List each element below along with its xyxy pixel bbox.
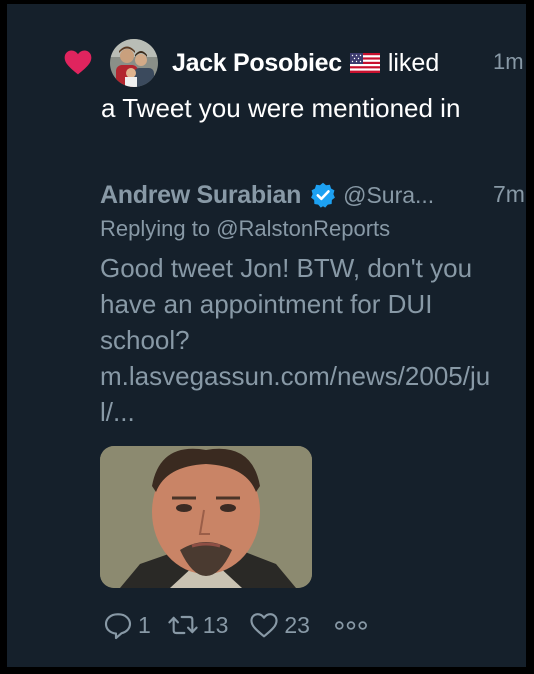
notification-card[interactable]: Jack Posobiec liked 1m a Tweet you were … (7, 4, 526, 667)
heart-icon (64, 50, 92, 75)
verified-badge-icon (311, 182, 335, 208)
avatar[interactable] (110, 39, 158, 87)
tweet-photo[interactable] (100, 446, 312, 588)
more-button[interactable] (334, 617, 368, 634)
replying-to-handle[interactable]: @RalstonReports (216, 216, 390, 241)
tweet-link[interactable]: m.lasvegassun.com/news/2005/jul/... (100, 358, 520, 430)
replying-to: Replying to @RalstonReports (100, 216, 390, 242)
like-icon (250, 613, 278, 638)
tweet-body: Good tweet Jon! BTW, don't you have an a… (100, 253, 473, 355)
notification-time: 1m (493, 49, 524, 74)
notification-header: Jack Posobiec liked (172, 45, 439, 81)
tweet-time: 7m (493, 181, 525, 207)
retweet-count: 13 (202, 611, 229, 638)
retweet-button[interactable]: 13 (167, 609, 229, 641)
reply-button[interactable]: 1 (102, 609, 151, 641)
notification-text: a Tweet you were mentioned in (101, 93, 461, 123)
author-handle[interactable]: @Sura... (343, 182, 434, 209)
like-count: 23 (284, 611, 310, 638)
more-icon (335, 620, 367, 630)
liker-name[interactable]: Jack Posobiec (172, 49, 342, 78)
author-name[interactable]: Andrew Surabian (100, 181, 301, 210)
tweet-header: Andrew Surabian @Sura... (100, 178, 434, 212)
reply-icon (104, 613, 132, 640)
reply-count: 1 (138, 611, 151, 638)
like-button[interactable]: 23 (248, 609, 310, 641)
tweet-actions: 1 13 23 (102, 608, 368, 642)
retweet-icon (168, 615, 198, 635)
replying-to-label: Replying to (100, 216, 211, 241)
flag-icon (349, 53, 380, 73)
notification-verb: liked (387, 48, 440, 77)
